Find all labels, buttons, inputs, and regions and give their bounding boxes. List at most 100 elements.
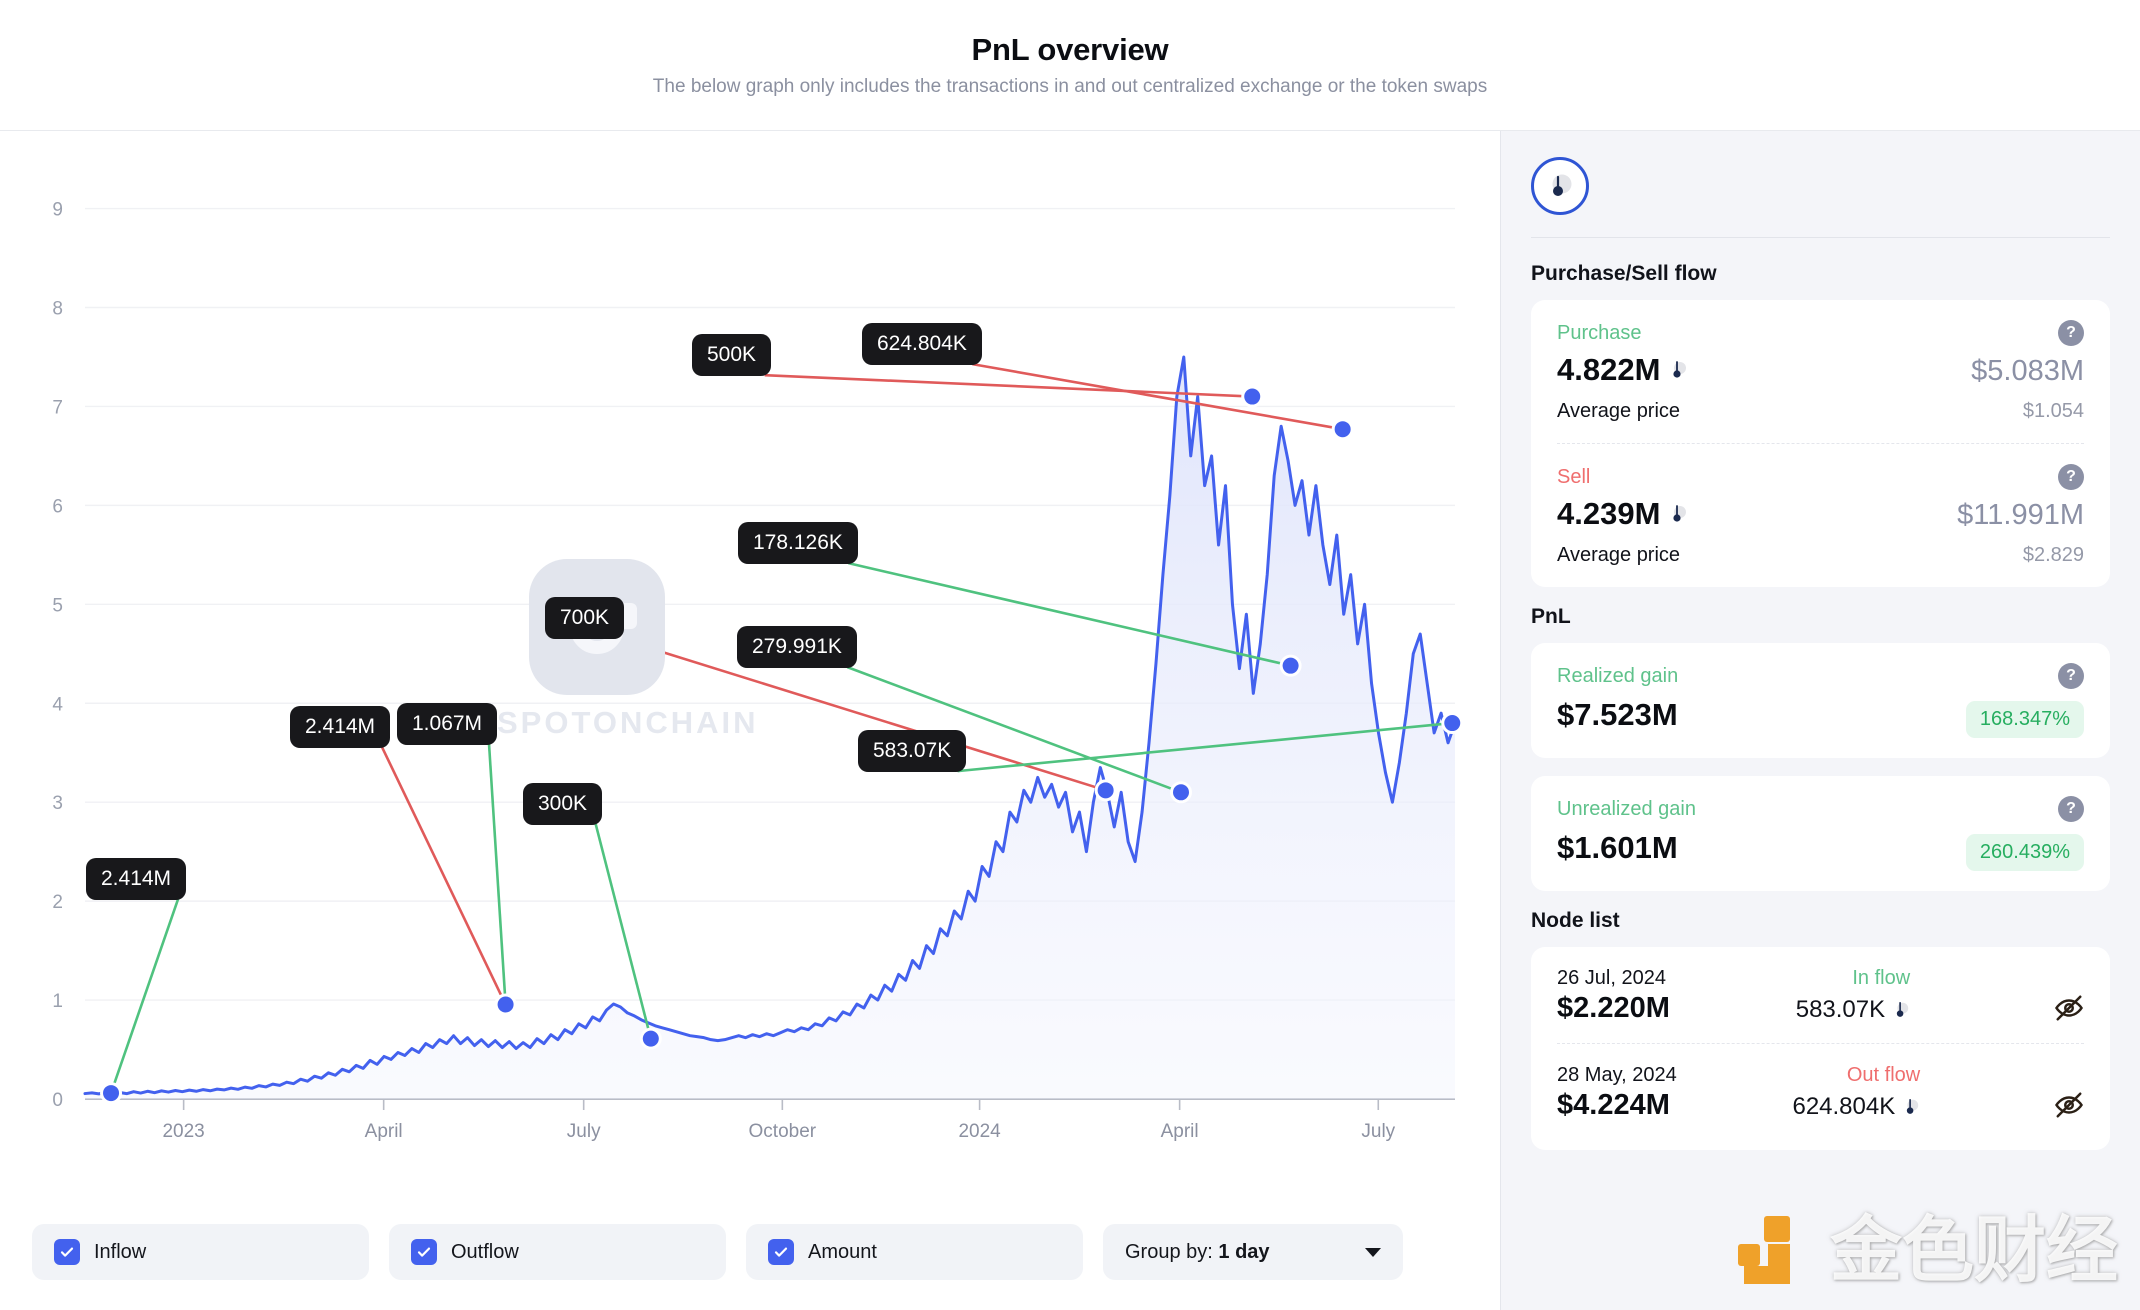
chart-data-point <box>497 996 514 1013</box>
realized-gain-help-icon[interactable]: ? <box>2058 663 2084 689</box>
unrealized-gain-value: $1.601M <box>1557 830 1678 865</box>
toggle-node-visibility[interactable] <box>2036 967 2084 1023</box>
amount-checkbox[interactable] <box>768 1239 794 1265</box>
svg-text:6: 6 <box>52 496 63 517</box>
svg-text:9: 9 <box>52 200 63 221</box>
chart-data-point <box>1173 784 1189 801</box>
chart-annotation-label[interactable]: 583.07K <box>858 730 967 773</box>
chart-annotation-label[interactable]: 1.067M <box>397 703 498 746</box>
group-by-dropdown[interactable]: Group by: 1 day <box>1103 1224 1403 1280</box>
svg-text:October: October <box>749 1121 817 1142</box>
sell-avg-price-label: Average price <box>1557 544 1681 566</box>
svg-text:3: 3 <box>52 793 63 814</box>
purchase-avg-price-value: $1.054 <box>2022 400 2084 422</box>
node-list-section-title: Node list <box>1531 909 1620 932</box>
svg-text:July: July <box>567 1121 601 1142</box>
chevron-down-icon[interactable] <box>1365 1247 1381 1257</box>
svg-text:2: 2 <box>52 892 63 913</box>
chart-annotation-label[interactable]: 300K <box>523 783 603 826</box>
chart-data-point <box>1444 715 1461 732</box>
node-token-amount: 583.07K <box>1796 996 1910 1024</box>
unrealized-gain-label: Unrealized gain <box>1557 797 1696 820</box>
svg-text:5: 5 <box>52 595 63 616</box>
chart-annotation-label[interactable]: 2.414M <box>86 858 187 901</box>
chart-data-point <box>1244 388 1261 405</box>
chart-annotation-label[interactable]: 279.991K <box>737 626 857 669</box>
toggle-inflow[interactable]: Inflow <box>32 1224 369 1280</box>
realized-gain-card: Realized gain ? $7.523M 168.347% <box>1531 643 2110 758</box>
sell-help-icon[interactable]: ? <box>2058 464 2084 490</box>
svg-text:7: 7 <box>52 397 63 418</box>
chart-annotation-label[interactable]: 500K <box>692 334 772 377</box>
sell-avg-price-value: $2.829 <box>2022 544 2084 566</box>
inflow-label: Inflow <box>94 1240 147 1263</box>
svg-text:April: April <box>1161 1121 1199 1142</box>
unrealized-gain-percent: 260.439% <box>1965 834 2084 871</box>
unrealized-gain-card: Unrealized gain ? $1.601M 260.439% <box>1531 776 2110 891</box>
chart-annotation-label[interactable]: 624.804K <box>862 323 982 366</box>
pnl-section-title: PnL <box>1531 605 1571 628</box>
toggle-node-visibility[interactable] <box>2036 1064 2084 1120</box>
unrealized-gain-help-icon[interactable]: ? <box>2058 796 2084 822</box>
card-divider <box>1557 443 2084 444</box>
node-list-row[interactable]: 28 May, 2024 $4.224M Out flow 624.804K <box>1557 1043 2084 1140</box>
amount-label: Amount <box>808 1240 877 1263</box>
node-list-card: 26 Jul, 2024 $2.220M In flow 583.07K 28 May,… <box>1531 947 2110 1150</box>
outflow-label: Outflow <box>451 1240 519 1263</box>
purchase-label: Purchase <box>1557 321 1642 344</box>
annotation-connector <box>380 746 507 1006</box>
toggle-amount[interactable]: Amount <box>746 1224 1083 1280</box>
chart-data-point <box>1334 421 1351 438</box>
purchase-usd-value: $5.083M <box>1971 355 2084 387</box>
node-flow-type: In flow <box>1852 967 1911 989</box>
page-subtitle: The below graph only includes the transa… <box>652 76 1488 97</box>
realized-gain-value: $7.523M <box>1557 697 1678 732</box>
purchase-sell-card: Purchase ? 4.822M $5.083M Average price … <box>1531 300 2110 587</box>
sell-token-amount: 4.239M <box>1557 496 1661 531</box>
svg-text:2024: 2024 <box>958 1121 1001 1142</box>
annotation-connector <box>594 823 653 1039</box>
sell-usd-value: $11.991M <box>1957 499 2084 531</box>
outflow-checkbox[interactable] <box>411 1239 437 1265</box>
chart-annotation-label[interactable]: 700K <box>545 597 625 640</box>
svg-text:July: July <box>1361 1121 1395 1142</box>
page-header: PnL overview The below graph only includ… <box>0 0 2140 131</box>
token-drop-icon <box>1673 505 1687 522</box>
node-list-row[interactable]: 26 Jul, 2024 $2.220M In flow 583.07K <box>1557 967 2084 1043</box>
svg-text:April: April <box>365 1121 403 1142</box>
node-date: 28 May, 2024 <box>1557 1064 1677 1086</box>
node-usd-amount: $4.224M <box>1557 1089 1670 1121</box>
svg-text:2023: 2023 <box>162 1121 204 1142</box>
inflow-checkbox[interactable] <box>54 1239 80 1265</box>
group-by-prefix: Group by: <box>1125 1240 1213 1263</box>
purchase-avg-price-label: Average price <box>1557 400 1681 422</box>
toggle-outflow[interactable]: Outflow <box>389 1224 726 1280</box>
purchase-help-icon[interactable]: ? <box>2058 320 2084 346</box>
node-date: 26 Jul, 2024 <box>1557 967 1666 989</box>
token-drop-icon <box>1897 1001 1909 1017</box>
token-logo-icon <box>1552 174 1572 196</box>
svg-text:4: 4 <box>52 694 63 715</box>
svg-text:1: 1 <box>52 991 63 1012</box>
realized-gain-label: Realized gain <box>1557 664 1679 687</box>
token-avatar[interactable] <box>1531 157 1589 215</box>
token-drop-icon <box>1673 361 1687 378</box>
svg-text:0: 0 <box>52 1090 63 1111</box>
pnl-chart[interactable]: 0 1 2 3 4 5 6 7 8 9 2023 April July October 2024 April J… <box>0 131 1500 1194</box>
annotation-connector <box>972 362 1343 431</box>
eye-off-icon[interactable] <box>2054 993 2084 1023</box>
annotation-connector <box>109 898 180 1094</box>
realized-gain-percent: 168.347% <box>1965 701 2084 738</box>
token-drop-icon <box>1907 1098 1919 1114</box>
chart-data-point <box>1282 657 1299 674</box>
chart-annotation-label[interactable]: 178.126K <box>738 522 858 565</box>
group-by-value: 1 day <box>1218 1240 1270 1263</box>
svg-text:8: 8 <box>52 299 63 320</box>
chart-controls: Inflow Outflow Amount Group by: 1 day <box>0 1194 1500 1310</box>
chart-annotation-label[interactable]: 2.414M <box>290 706 391 749</box>
node-usd-amount: $2.220M <box>1557 992 1670 1024</box>
eye-off-icon[interactable] <box>2054 1090 2084 1120</box>
page-body: 0 1 2 3 4 5 6 7 8 9 2023 April July October 2024 April J… <box>0 131 2140 1310</box>
stats-sidebar: Purchase/Sell flow Purchase ? 4.822M $5.… <box>1500 131 2140 1310</box>
chart-data-point <box>642 1030 659 1047</box>
